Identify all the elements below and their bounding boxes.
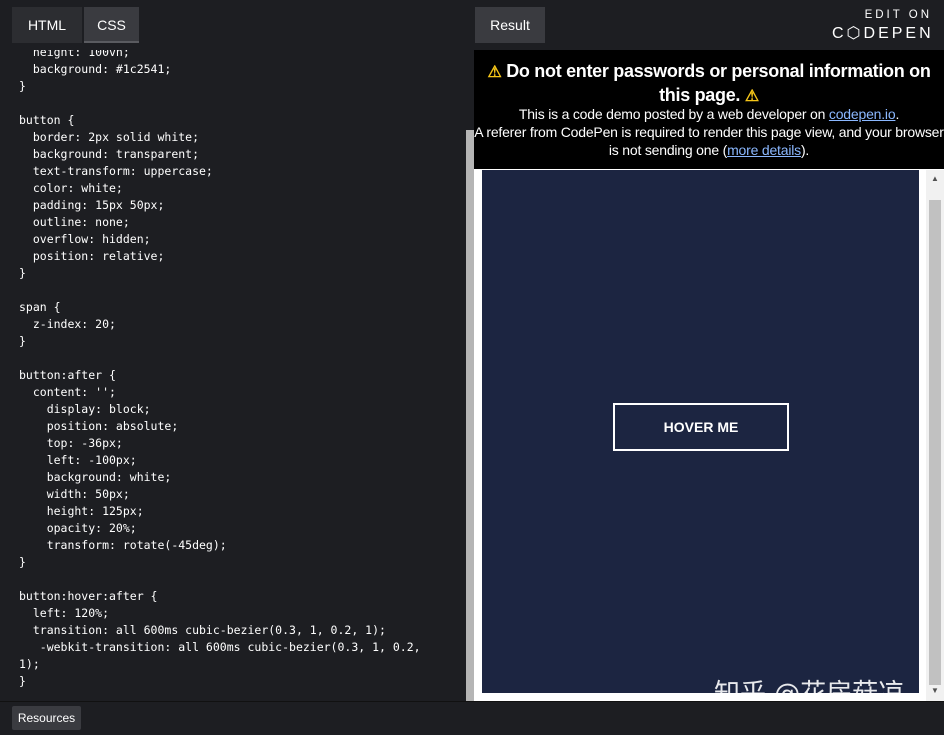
code-line[interactable]: } — [19, 78, 464, 95]
code-line[interactable]: overflow: hidden; — [19, 231, 464, 248]
code-line[interactable]: color: white; — [19, 180, 464, 197]
tab-html[interactable]: HTML — [12, 7, 82, 43]
code-line[interactable]: opacity: 20%; — [19, 520, 464, 537]
code-line[interactable] — [19, 350, 464, 367]
code-line[interactable]: button:after { — [19, 367, 464, 384]
top-bar: HTML CSS Result EDIT ON C⬡DEPEN — [0, 0, 944, 50]
warning-text-1-end: . — [895, 106, 900, 122]
code-line[interactable]: padding: 15px 50px; — [19, 197, 464, 214]
code-line[interactable]: outline: none; — [19, 214, 464, 231]
css-code[interactable]: height: 100vh; background: #1c2541;} but… — [19, 50, 464, 690]
chevron-up-icon[interactable]: ▲ — [930, 174, 940, 183]
code-line[interactable] — [19, 282, 464, 299]
code-line[interactable]: button:hover:after { — [19, 588, 464, 605]
editor-scrollbar-thumb[interactable] — [466, 130, 474, 701]
code-line[interactable]: background: white; — [19, 469, 464, 486]
result-pane: ⚠ Do not enter passwords or personal inf… — [474, 50, 944, 709]
resources-button[interactable]: Resources — [12, 706, 81, 730]
code-line[interactable] — [19, 571, 464, 588]
result-preview: HOVER ME — [482, 170, 919, 693]
code-line[interactable]: -webkit-transition: all 600ms cubic-bezi… — [19, 639, 464, 656]
code-line[interactable]: transition: all 600ms cubic-bezier(0.3, … — [19, 622, 464, 639]
code-line[interactable]: } — [19, 554, 464, 571]
tab-css[interactable]: CSS — [84, 7, 139, 43]
code-line[interactable]: border: 2px solid white; — [19, 129, 464, 146]
warning-body: This is a code demo posted by a web deve… — [474, 105, 944, 159]
code-line[interactable]: position: absolute; — [19, 418, 464, 435]
warning-line-1: This is a code demo posted by a web deve… — [474, 105, 944, 123]
result-scrollbar-thumb[interactable] — [929, 200, 941, 685]
code-line[interactable]: left: 120%; — [19, 605, 464, 622]
code-line[interactable]: button { — [19, 112, 464, 129]
code-line[interactable]: left: -100px; — [19, 452, 464, 469]
more-details-link[interactable]: more details — [727, 142, 801, 158]
code-line[interactable]: } — [19, 265, 464, 282]
security-warning-banner: ⚠ Do not enter passwords or personal inf… — [474, 50, 944, 169]
edit-on-label: EDIT ON — [864, 9, 932, 21]
warning-text-2: A referer from CodePen is required to re… — [474, 124, 944, 158]
code-line[interactable]: span { — [19, 299, 464, 316]
tab-result[interactable]: Result — [475, 7, 545, 43]
css-editor-pane[interactable]: height: 100vh; background: #1c2541;} but… — [0, 50, 474, 701]
code-line[interactable]: content: ''; — [19, 384, 464, 401]
code-line[interactable] — [19, 95, 464, 112]
warning-title-text: Do not enter passwords or personal infor… — [506, 61, 931, 105]
codepen-logo: C⬡DEPEN — [832, 25, 934, 42]
code-line[interactable]: z-index: 20; — [19, 316, 464, 333]
code-line[interactable]: background: #1c2541; — [19, 61, 464, 78]
warning-text-1: This is a code demo posted by a web deve… — [518, 106, 829, 122]
warning-title: ⚠ Do not enter passwords or personal inf… — [474, 60, 944, 108]
code-line[interactable]: } — [19, 333, 464, 350]
code-line[interactable]: transform: rotate(-45deg); — [19, 537, 464, 554]
code-line[interactable]: height: 100vh; — [19, 50, 464, 61]
warning-triangle-icon: ⚠ — [744, 88, 759, 105]
code-line[interactable]: background: transparent; — [19, 146, 464, 163]
code-line[interactable]: height: 125px; — [19, 503, 464, 520]
code-line[interactable]: } — [19, 673, 464, 690]
code-line[interactable]: position: relative; — [19, 248, 464, 265]
code-line[interactable]: text-transform: uppercase; — [19, 163, 464, 180]
warning-line-2: A referer from CodePen is required to re… — [474, 123, 944, 159]
edit-on-codepen-link[interactable]: EDIT ON C⬡DEPEN — [832, 8, 932, 44]
warning-text-2-end: ). — [800, 142, 810, 158]
code-line[interactable]: width: 50px; — [19, 486, 464, 503]
warning-triangle-icon: ⚠ — [487, 64, 502, 81]
codepen-io-link[interactable]: codepen.io — [829, 106, 896, 122]
hover-me-button[interactable]: HOVER ME — [613, 403, 789, 451]
code-line[interactable]: 1); — [19, 656, 464, 673]
code-line[interactable]: top: -36px; — [19, 435, 464, 452]
code-line[interactable]: display: block; — [19, 401, 464, 418]
chevron-down-icon[interactable]: ▼ — [930, 686, 940, 695]
bottom-bar: Resources — [0, 701, 944, 735]
